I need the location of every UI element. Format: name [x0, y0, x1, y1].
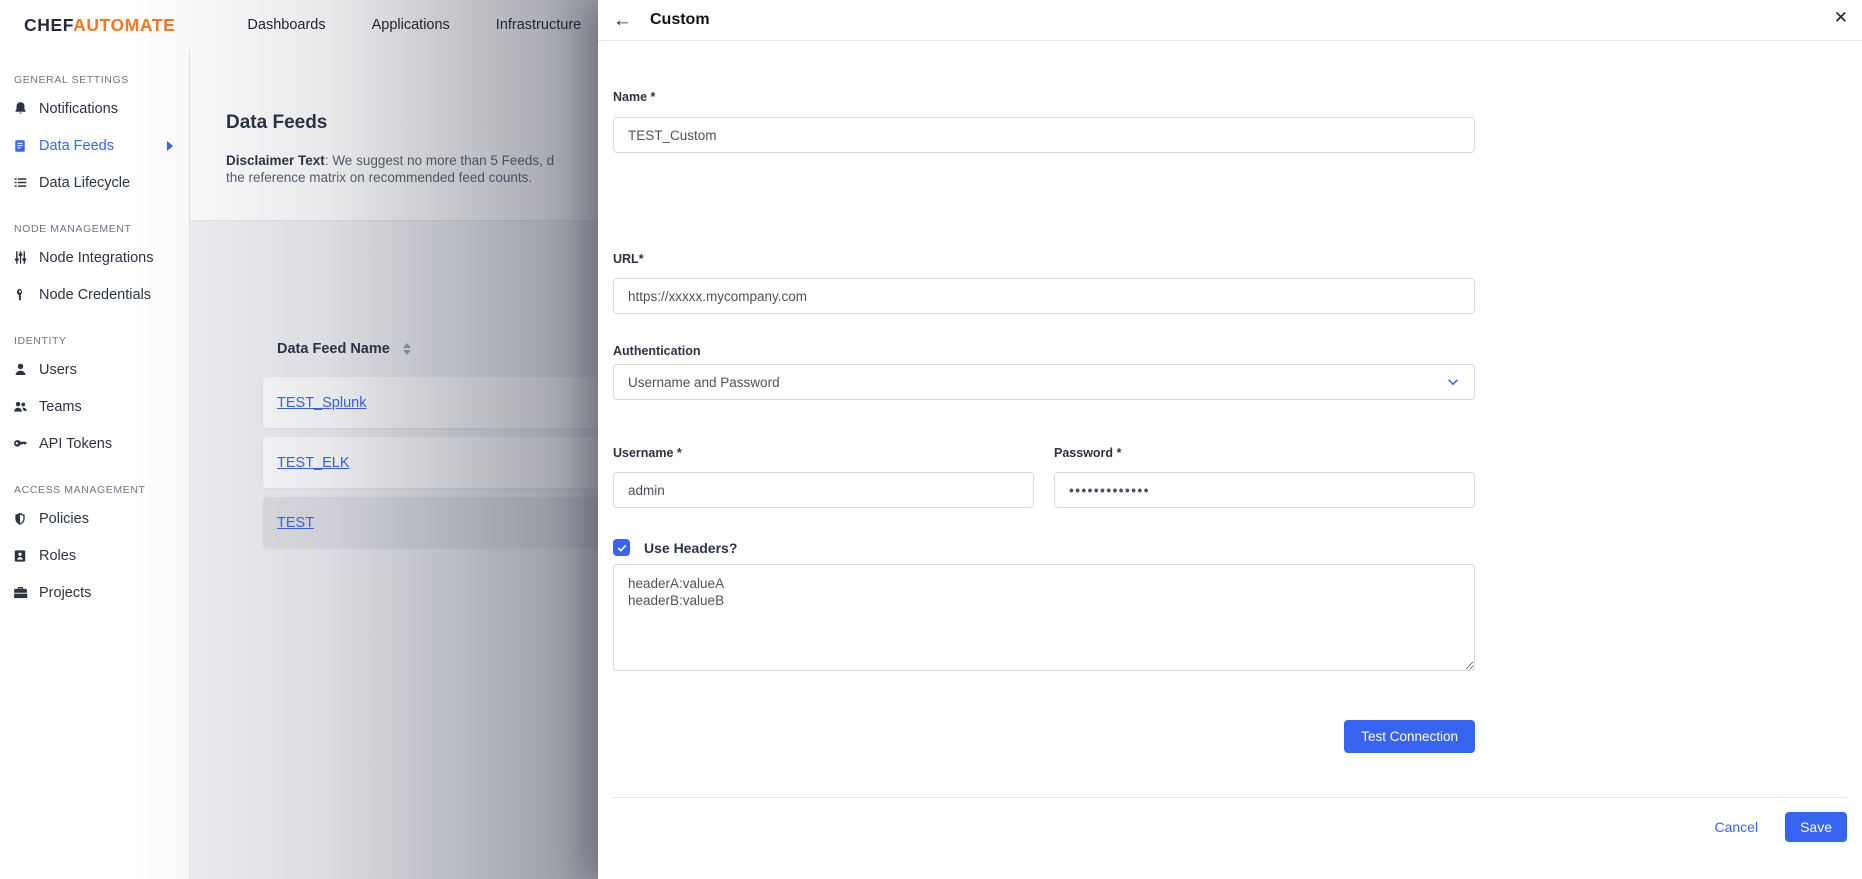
nav-item-applications[interactable]: Applications: [372, 17, 450, 33]
briefcase-icon: [12, 585, 28, 601]
sidebar-item-label: API Tokens: [39, 436, 112, 452]
headers-textarea[interactable]: headerA:valueA headerB:valueB: [613, 564, 1475, 671]
sidebar-item-api-tokens[interactable]: API Tokens: [12, 425, 189, 462]
password-label: Password *: [1054, 446, 1475, 460]
sidebar-item-label: Projects: [39, 585, 91, 601]
password-field[interactable]: [1054, 472, 1475, 508]
sidebar-section-access-management: ACCESS MANAGEMENT: [14, 484, 189, 496]
url-label: URL*: [613, 252, 1475, 266]
use-headers-checkbox[interactable]: [613, 539, 630, 556]
url-field[interactable]: [613, 278, 1475, 314]
nav-items: Dashboards Applications Infrastructure: [247, 17, 581, 33]
sidebar-item-roles[interactable]: Roles: [12, 537, 189, 574]
disclaimer-label: Disclaimer Text: [226, 153, 325, 168]
sidebar-item-node-credentials[interactable]: Node Credentials: [12, 276, 189, 313]
close-icon[interactable]: ✕: [1834, 9, 1848, 26]
sidebar-item-projects[interactable]: Projects: [12, 574, 189, 611]
username-label: Username *: [613, 446, 1034, 460]
sidebar-item-node-integrations[interactable]: Node Integrations: [12, 239, 189, 276]
shield-icon: [12, 511, 28, 527]
panel-header: ← Custom ✕: [598, 0, 1862, 41]
sliders-icon: [12, 250, 28, 266]
badge-icon: [12, 548, 28, 564]
sidebar-item-label: Users: [39, 362, 77, 378]
feed-link-test-splunk[interactable]: TEST_Splunk: [277, 395, 366, 411]
authentication-label: Authentication: [613, 344, 1475, 358]
custom-data-feed-panel: ← Custom ✕ Name * URL* Authentication Us…: [598, 0, 1862, 879]
logo-chef: CHEF: [24, 15, 73, 35]
sidebar-item-label: Node Integrations: [39, 250, 153, 266]
cancel-button[interactable]: Cancel: [1714, 819, 1758, 835]
feed-link-test-elk[interactable]: TEST_ELK: [277, 455, 350, 471]
authentication-selected-value: Username and Password: [628, 375, 780, 390]
sidebar-item-label: Notifications: [39, 101, 118, 117]
use-headers-row: Use Headers?: [613, 539, 1475, 556]
username-field[interactable]: [613, 472, 1034, 508]
data-feed-icon: [12, 138, 28, 154]
team-icon: [12, 399, 28, 415]
bell-icon: [12, 101, 28, 117]
sidebar-item-label: Teams: [39, 399, 82, 415]
sidebar-item-users[interactable]: Users: [12, 351, 189, 388]
sidebar-item-label: Roles: [39, 548, 76, 564]
sidebar-item-label: Node Credentials: [39, 287, 151, 303]
sidebar-item-label: Policies: [39, 511, 89, 527]
settings-sidebar: GENERAL SETTINGS Notifications Data Feed…: [0, 50, 190, 879]
sidebar-section-identity: IDENTITY: [14, 335, 189, 347]
use-headers-label: Use Headers?: [644, 540, 737, 556]
nav-item-infrastructure[interactable]: Infrastructure: [496, 17, 581, 33]
chef-automate-app: CHEFAUTOMATE Dashboards Applications Inf…: [0, 0, 1862, 879]
sidebar-item-data-lifecycle[interactable]: Data Lifecycle: [12, 164, 189, 201]
sidebar-item-label: Data Lifecycle: [39, 175, 130, 191]
panel-footer: Cancel Save: [598, 798, 1862, 842]
save-button[interactable]: Save: [1785, 812, 1847, 842]
back-arrow-icon[interactable]: ←: [613, 11, 635, 30]
sidebar-section-node-management: NODE MANAGEMENT: [14, 223, 189, 235]
sidebar-item-label: Data Feeds: [39, 138, 114, 154]
name-label: Name *: [613, 90, 1475, 104]
test-connection-button[interactable]: Test Connection: [1344, 720, 1475, 753]
sidebar-item-data-feeds[interactable]: Data Feeds: [12, 127, 189, 164]
nav-item-dashboards[interactable]: Dashboards: [247, 17, 325, 33]
sort-icon[interactable]: [403, 343, 411, 355]
disclaimer-line1: : We suggest no more than 5 Feeds, d: [325, 153, 554, 168]
list-icon: [12, 175, 28, 191]
chevron-down-icon: [1446, 375, 1460, 389]
sidebar-item-teams[interactable]: Teams: [12, 388, 189, 425]
key-icon: [12, 436, 28, 452]
sidebar-item-notifications[interactable]: Notifications: [12, 90, 189, 127]
user-icon: [12, 362, 28, 378]
chevron-right-icon: [167, 141, 173, 151]
sidebar-item-policies[interactable]: Policies: [12, 500, 189, 537]
panel-title: Custom: [650, 11, 710, 29]
chef-automate-logo[interactable]: CHEFAUTOMATE: [24, 15, 175, 36]
authentication-select[interactable]: Username and Password: [613, 364, 1475, 400]
sidebar-section-general-settings: GENERAL SETTINGS: [14, 74, 189, 86]
panel-form: Name * URL* Authentication Username and …: [598, 90, 1490, 753]
logo-automate: AUTOMATE: [73, 15, 175, 35]
column-header-data-feed-name: Data Feed Name: [277, 341, 390, 357]
name-field[interactable]: [613, 117, 1475, 153]
feed-link-test[interactable]: TEST: [277, 515, 314, 531]
key-icon: [12, 287, 28, 303]
